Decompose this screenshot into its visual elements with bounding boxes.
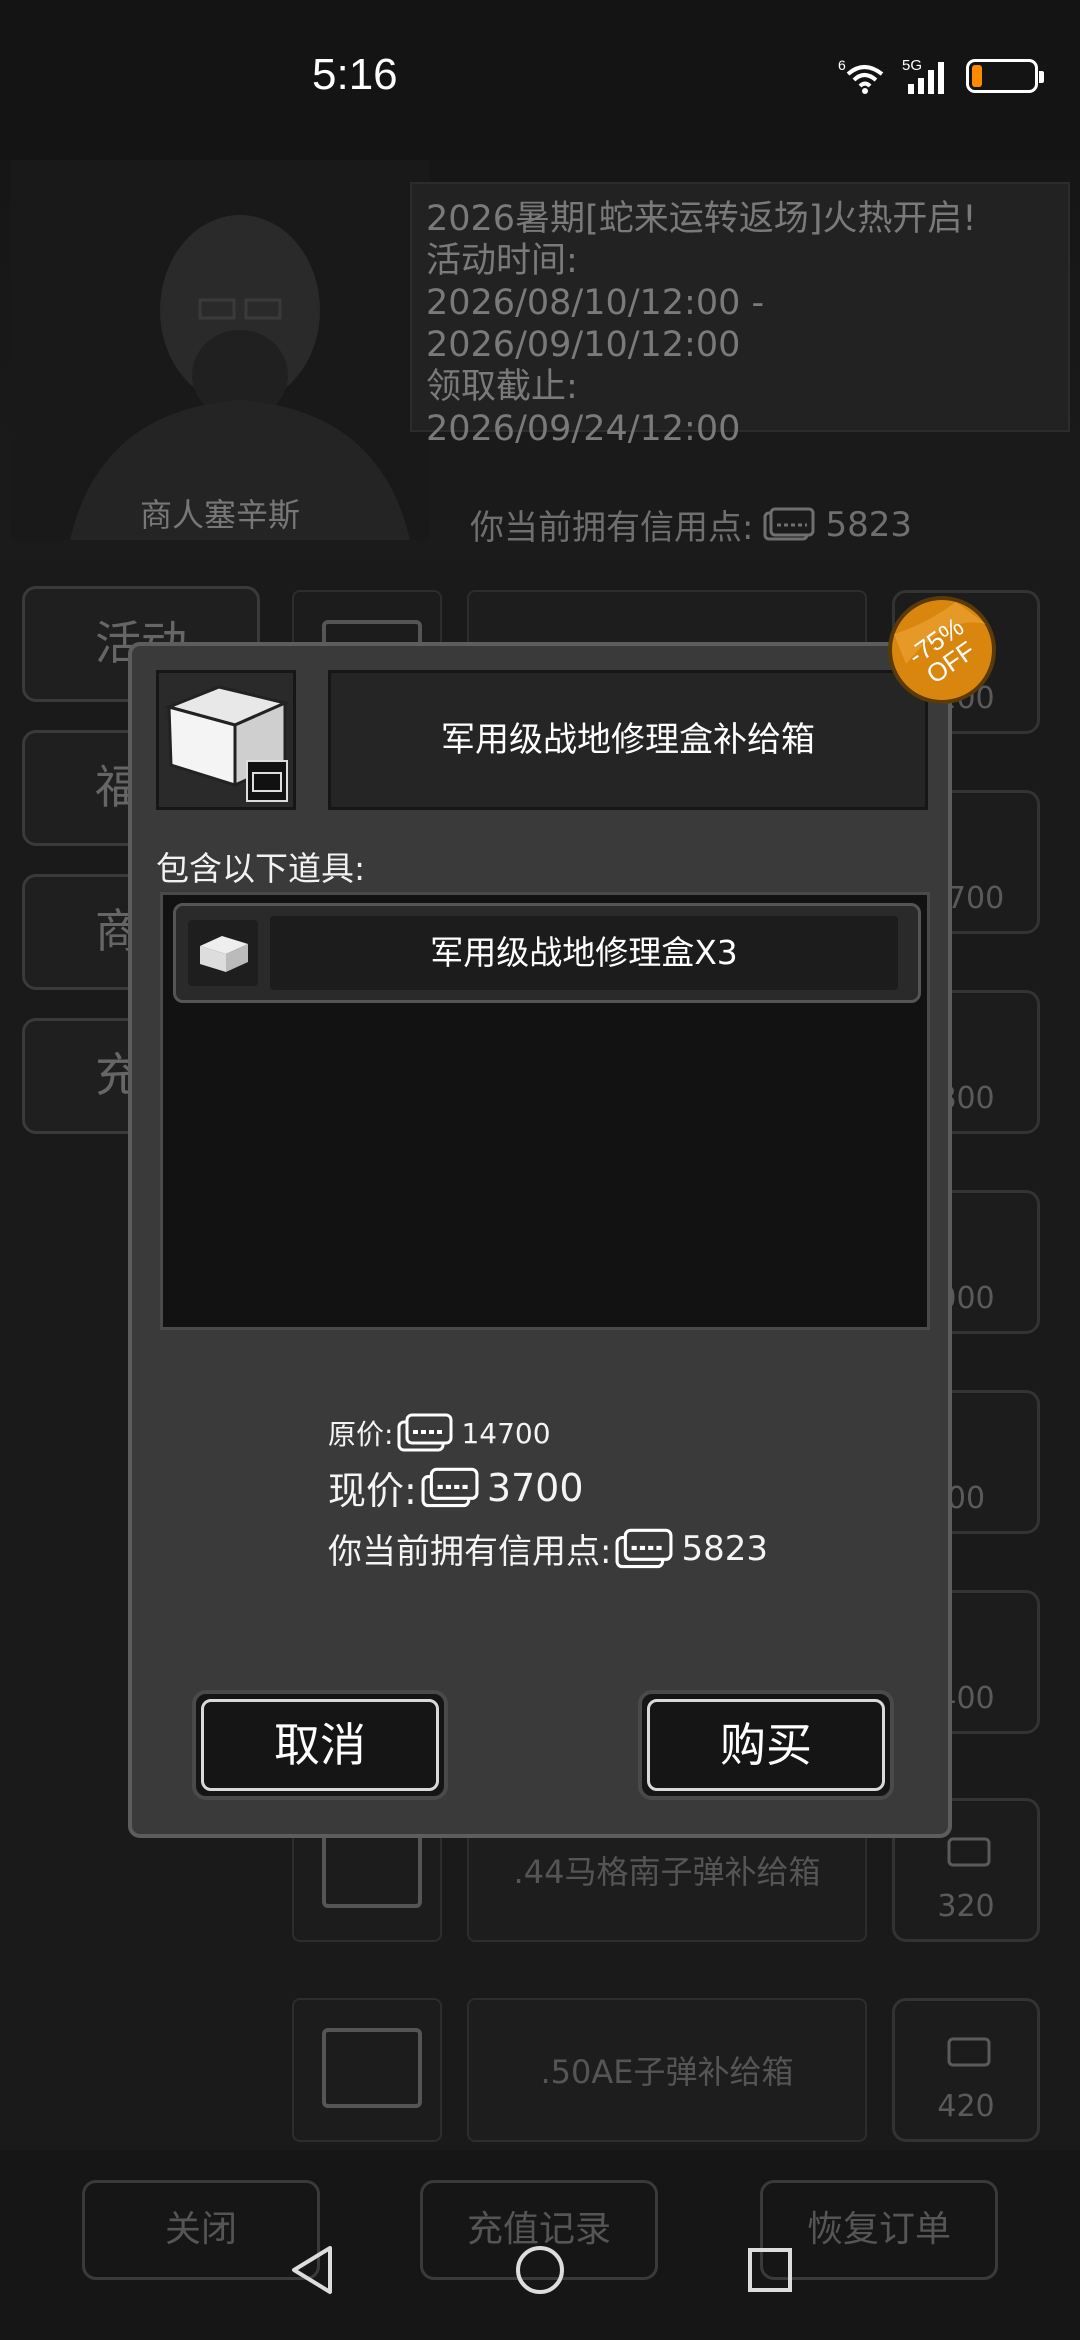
credit-card-icon: [947, 1837, 991, 1867]
announce-line: 领取截止:: [426, 367, 578, 407]
dialog-title: 军用级战地修理盒补给箱: [328, 670, 928, 810]
announce-line: 活动时间:: [426, 241, 578, 281]
svg-text:6: 6: [838, 57, 846, 73]
recents-icon[interactable]: [744, 2242, 796, 2298]
price-value: 00: [946, 1481, 986, 1516]
credit-card-icon: [947, 2037, 991, 2067]
owned-credits-value: 5823: [681, 1528, 768, 1569]
supply-box-thumbnail: [156, 670, 296, 810]
announce-line: 2026/08/10/12:00 -: [426, 283, 765, 323]
back-icon[interactable]: [286, 2242, 338, 2298]
status-time: 5:16: [312, 50, 398, 99]
battery-low-icon: [966, 59, 1044, 93]
original-price: 原价: 14700: [328, 1412, 551, 1454]
signal-5g-icon: 5G: [902, 57, 944, 94]
status-bar: 5:16 6 5G: [0, 0, 1080, 160]
event-announcement: 2026暑期[蛇来运转返场]火热开启! 活动时间: 2026/08/10/12:…: [410, 182, 1070, 449]
price-value: 320: [937, 1889, 995, 1924]
includes-label: 包含以下道具:: [156, 849, 366, 888]
merchant-name: 商人塞辛斯: [139, 496, 300, 534]
credits-label: 你当前拥有信用点:: [470, 508, 754, 548]
credit-card-icon: [421, 1467, 479, 1507]
price-value: 420: [937, 2089, 995, 2124]
status-icons: 6 5G: [838, 56, 1044, 96]
credit-card-icon: [397, 1413, 453, 1452]
repair-box-icon: [188, 920, 258, 986]
owned-credits: 你当前拥有信用点: 5823: [328, 1524, 768, 1573]
home-icon[interactable]: [512, 2242, 568, 2298]
item-label: 军用级战地修理盒X3: [270, 916, 898, 990]
announce-line: 2026/09/10/12:00: [426, 325, 741, 365]
buy-button-label: 购买: [647, 1699, 885, 1791]
merchant-panel: 商人塞辛斯 2026暑期[蛇来运转返场]火热开启! 活动时间: 2026/08/…: [0, 160, 1080, 560]
credits-value: 5823: [825, 504, 912, 545]
svg-text:5G: 5G: [902, 57, 922, 74]
original-price-value: 14700: [461, 1416, 551, 1450]
list-item: 军用级战地修理盒X3: [173, 903, 921, 1003]
current-price-value: 3700: [486, 1465, 584, 1510]
original-price-label: 原价:: [328, 1418, 394, 1451]
price-button[interactable]: 420: [892, 1998, 1040, 2142]
cancel-button-label: 取消: [201, 1699, 439, 1791]
credit-card-icon: [763, 507, 815, 540]
system-nav-bar: [0, 2220, 1080, 2340]
item-thumb: [292, 1998, 442, 2142]
credits-display: 你当前拥有信用点: 5823: [470, 500, 912, 549]
supply-box-icon: [164, 685, 290, 802]
shop-row[interactable]: .50AE子弹补给箱 420: [292, 1998, 1068, 2142]
announce-line: 2026/09/24/12:00: [426, 409, 741, 449]
current-price-label: 现价:: [328, 1469, 417, 1513]
cancel-button[interactable]: 取消: [192, 1690, 448, 1800]
current-price: 现价: 3700: [328, 1460, 584, 1515]
owned-credits-label: 你当前拥有信用点:: [328, 1532, 612, 1572]
wifi-6-icon: 6: [838, 57, 884, 94]
purchase-dialog: 军用级战地修理盒补给箱 包含以下道具: 军用级战地修理盒X3 原价: 14700…: [128, 642, 952, 1838]
credit-card-icon: [615, 1528, 673, 1568]
buy-button[interactable]: 购买: [638, 1690, 894, 1800]
included-items-list: 军用级战地修理盒X3: [160, 892, 930, 1330]
merchant-portrait: [10, 160, 430, 540]
item-name: .50AE子弹补给箱: [467, 1998, 867, 2142]
announce-line: 2026暑期[蛇来运转返场]火热开启!: [426, 199, 977, 239]
discount-badge: -75% OFF: [888, 596, 996, 704]
